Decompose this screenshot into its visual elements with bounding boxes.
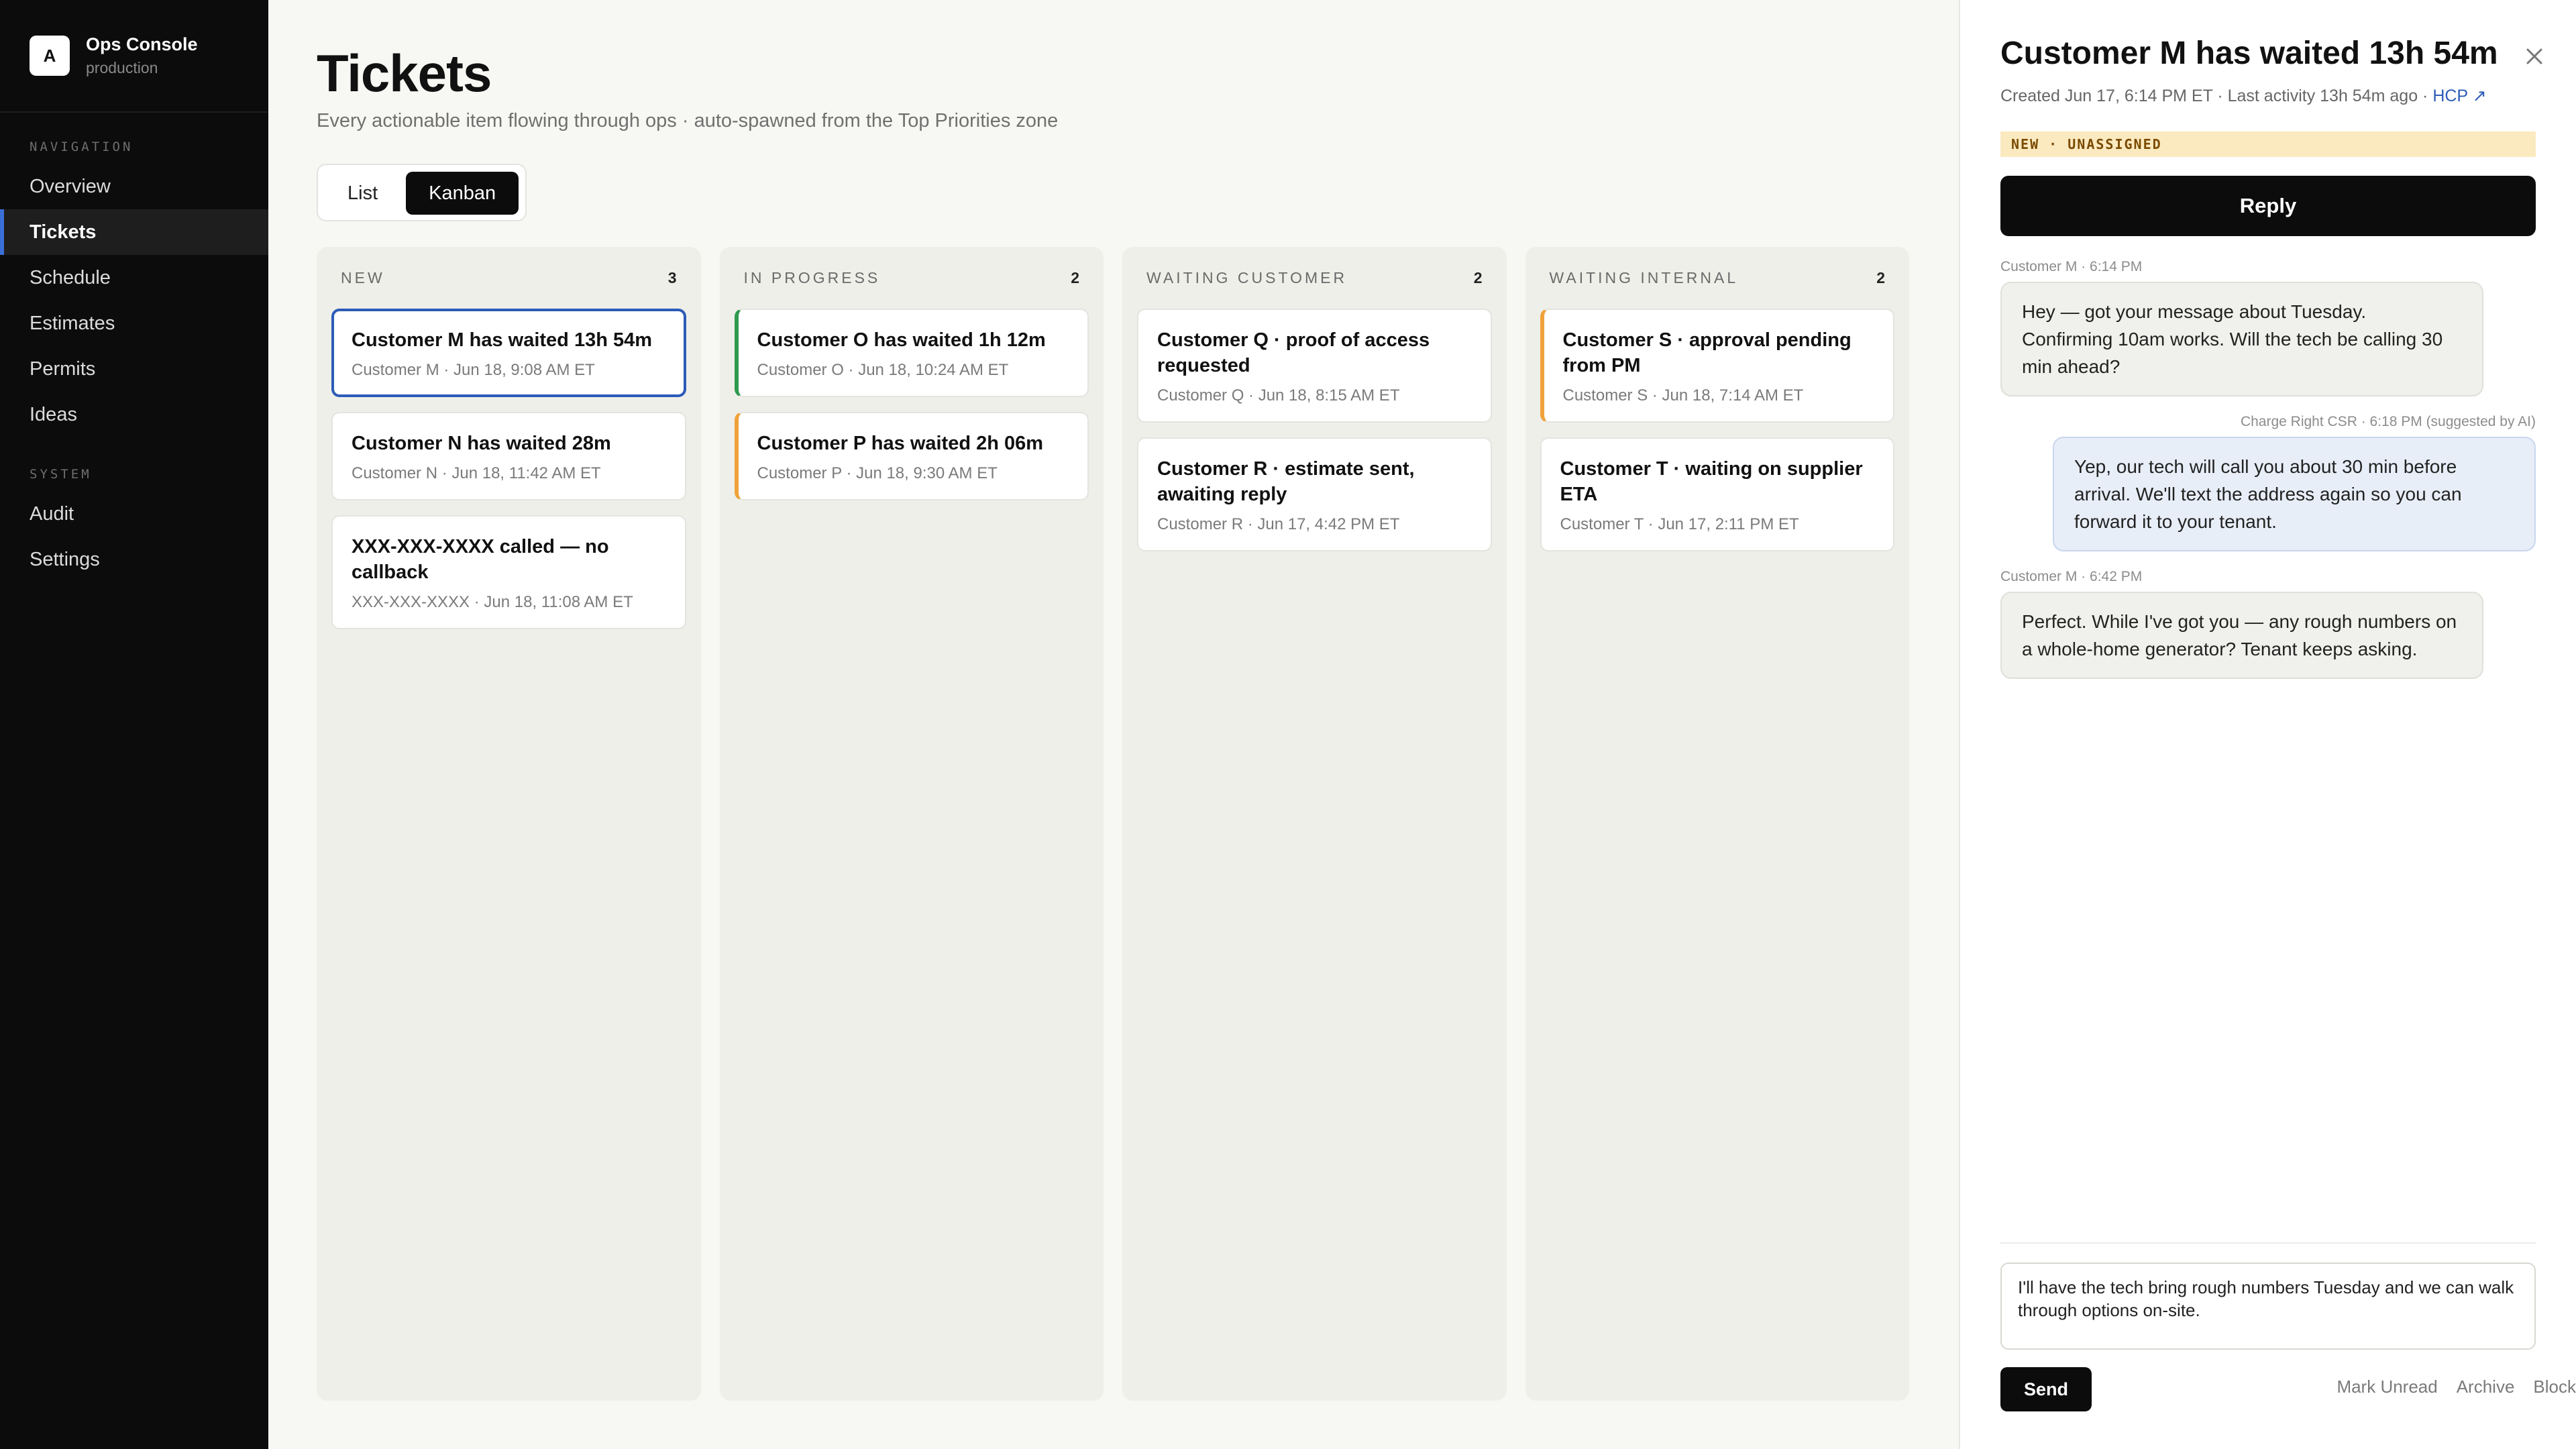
ticket-title: Customer M has waited 13h 54m bbox=[352, 329, 653, 351]
message-thread: Customer M · 6:14 PM Hey — got your mess… bbox=[2000, 259, 2536, 679]
ticket-title: Customer S · approval pending from PM bbox=[1562, 329, 1851, 376]
column-title: WAITING CUSTOMER bbox=[1146, 268, 1348, 286]
mark-unread-link[interactable]: Mark Unread bbox=[2337, 1377, 2437, 1397]
nav-section-label: NAVIGATION bbox=[30, 140, 133, 154]
sidebar-item-estimates[interactable]: Estimates bbox=[0, 301, 268, 346]
brand-logo: A bbox=[30, 36, 70, 76]
brand[interactable]: A Ops Console production bbox=[0, 0, 268, 113]
ticket-title: Customer Q · proof of access requested bbox=[1157, 329, 1430, 376]
main-content: Tickets Every actionable item flowing th… bbox=[268, 0, 1959, 1449]
ticket-meta: Customer M · Jun 18, 9:08 AM ET bbox=[352, 361, 595, 379]
ticket-card[interactable]: Customer S · approval pending from PM Cu… bbox=[1540, 309, 1894, 423]
kanban-view-button[interactable]: Kanban bbox=[406, 172, 519, 215]
ticket-card[interactable]: Customer N has waited 28m Customer N · J… bbox=[331, 412, 686, 500]
column-waiting-internal: WAITING INTERNAL 2 Customer S · approval… bbox=[1525, 247, 1909, 1401]
column-count: 3 bbox=[667, 268, 677, 286]
page-title: Tickets bbox=[317, 44, 492, 103]
archive-link[interactable]: Archive bbox=[2457, 1377, 2515, 1397]
sidebar-item-settings[interactable]: Settings bbox=[0, 537, 268, 582]
column-count: 2 bbox=[1071, 268, 1079, 286]
ticket-meta: Customer N · Jun 18, 11:42 AM ET bbox=[352, 464, 601, 482]
ticket-card[interactable]: Customer Q · proof of access requested C… bbox=[1137, 309, 1492, 423]
ticket-actions: Mark Unread Archive Block bbox=[1999, 1377, 2576, 1397]
sidebar-item-schedule[interactable]: Schedule bbox=[0, 255, 268, 301]
ticket-meta: Customer Q · Jun 18, 8:15 AM ET bbox=[1157, 386, 1400, 405]
close-icon[interactable] bbox=[2520, 42, 2549, 71]
brand-name: Ops Console bbox=[86, 34, 198, 54]
sidebar: A Ops Console production NAVIGATION Over… bbox=[0, 0, 268, 1449]
ticket-meta: Customer O · Jun 18, 10:24 AM ET bbox=[757, 361, 1009, 379]
page-subtitle: Every actionable item flowing through op… bbox=[317, 110, 1059, 131]
message-label: Customer M · 6:14 PM bbox=[2000, 259, 2143, 274]
ticket-meta: Customer S · Jun 18, 7:14 AM ET bbox=[1562, 386, 1804, 405]
view-toggle: List Kanban bbox=[317, 164, 527, 221]
message-bubble-incoming: Perfect. While I've got you — any rough … bbox=[2000, 592, 2483, 679]
message-label: Charge Right CSR · 6:18 PM (suggested by… bbox=[2240, 414, 2536, 429]
list-view-button[interactable]: List bbox=[325, 172, 400, 215]
ticket-card[interactable]: Customer R · estimate sent, awaiting rep… bbox=[1137, 437, 1492, 551]
ticket-meta: Customer P · Jun 18, 9:30 AM ET bbox=[757, 464, 998, 482]
ticket-title: XXX-XXX-XXXX called — no callback bbox=[352, 536, 609, 583]
ticket-detail-panel: Customer M has waited 13h 54m Created Ju… bbox=[1959, 0, 2576, 1449]
ticket-title: Customer R · estimate sent, awaiting rep… bbox=[1157, 458, 1415, 505]
ticket-meta: Customer R · Jun 17, 4:42 PM ET bbox=[1157, 515, 1400, 533]
detail-title: Customer M has waited 13h 54m bbox=[2000, 36, 2498, 71]
block-link[interactable]: Block bbox=[2533, 1377, 2576, 1397]
status-badge: NEW · UNASSIGNED bbox=[2000, 131, 2536, 157]
column-in-progress: IN PROGRESS 2 Customer O has waited 1h 1… bbox=[719, 247, 1104, 1401]
column-title: IN PROGRESS bbox=[743, 268, 881, 286]
ticket-title: Customer P has waited 2h 06m bbox=[757, 433, 1044, 454]
reply-button[interactable]: Reply bbox=[2000, 176, 2536, 236]
ticket-card[interactable]: Customer O has waited 1h 12m Customer O … bbox=[734, 309, 1089, 397]
sidebar-item-ideas[interactable]: Ideas bbox=[0, 392, 268, 437]
system-section-label: SYSTEM bbox=[30, 467, 92, 482]
ticket-card[interactable]: Customer M has waited 13h 54m Customer M… bbox=[331, 309, 686, 397]
composer-divider bbox=[2000, 1242, 2536, 1244]
column-new: NEW 3 Customer M has waited 13h 54m Cust… bbox=[317, 247, 701, 1401]
ticket-title: Customer N has waited 28m bbox=[352, 433, 611, 454]
column-count: 2 bbox=[1876, 268, 1885, 286]
hcp-link[interactable]: HCP ↗ bbox=[2432, 87, 2486, 105]
sidebar-item-overview[interactable]: Overview bbox=[0, 164, 268, 209]
detail-meta-text: Created Jun 17, 6:14 PM ET · Last activi… bbox=[2000, 87, 2428, 105]
sidebar-item-tickets[interactable]: Tickets bbox=[0, 209, 268, 255]
ticket-meta: Customer T · Jun 17, 2:11 PM ET bbox=[1560, 515, 1799, 533]
brand-env: production bbox=[86, 59, 158, 76]
column-waiting-customer: WAITING CUSTOMER 2 Customer Q · proof of… bbox=[1122, 247, 1507, 1401]
ticket-title: Customer T · waiting on supplier ETA bbox=[1560, 458, 1863, 505]
message-bubble-incoming: Hey — got your message about Tuesday. Co… bbox=[2000, 282, 2483, 396]
detail-meta: Created Jun 17, 6:14 PM ET · Last activi… bbox=[2000, 86, 2487, 106]
sidebar-item-audit[interactable]: Audit bbox=[0, 491, 268, 537]
column-count: 2 bbox=[1473, 268, 1483, 286]
message-label: Customer M · 6:42 PM bbox=[2000, 569, 2143, 584]
kanban-board: NEW 3 Customer M has waited 13h 54m Cust… bbox=[317, 247, 1909, 1401]
ticket-title: Customer O has waited 1h 12m bbox=[757, 329, 1046, 351]
message-bubble-outgoing: Yep, our tech will call you about 30 min… bbox=[2053, 437, 2536, 551]
ticket-card[interactable]: Customer T · waiting on supplier ETA Cus… bbox=[1540, 437, 1894, 551]
reply-composer[interactable]: I'll have the tech bring rough numbers T… bbox=[2000, 1263, 2536, 1350]
ticket-card[interactable]: XXX-XXX-XXXX called — no callback XXX-XX… bbox=[331, 515, 686, 629]
column-title: WAITING INTERNAL bbox=[1549, 268, 1739, 286]
ticket-meta: XXX-XXX-XXXX · Jun 18, 11:08 AM ET bbox=[352, 593, 633, 611]
column-title: NEW bbox=[341, 268, 385, 286]
sidebar-item-permits[interactable]: Permits bbox=[0, 346, 268, 392]
ticket-card[interactable]: Customer P has waited 2h 06m Customer P … bbox=[734, 412, 1089, 500]
